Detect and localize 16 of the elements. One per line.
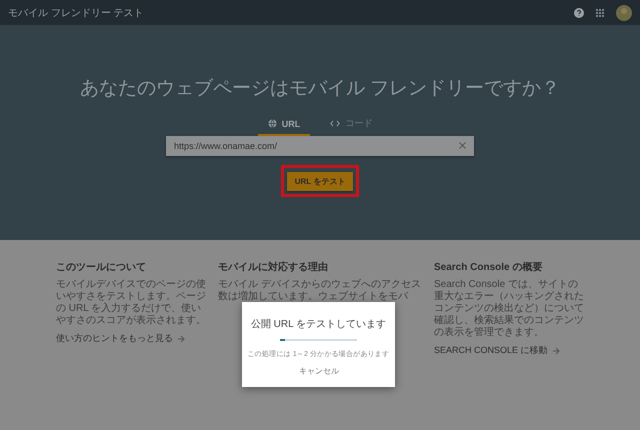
- link-text[interactable]: 使い方のヒントをもっと見る: [56, 332, 173, 345]
- dialog-title: 公開 URL をテストしています: [250, 318, 386, 331]
- test-url-button[interactable]: URL をテスト: [286, 172, 354, 191]
- section-text: モバイル デバイスからのウェブへのアクセス数は増加しています。ウェブサイトをモバ: [218, 279, 422, 303]
- cancel-button[interactable]: キャンセル: [294, 364, 344, 378]
- section-text: Search Console では、サイトの重大なエラー（ハッキングされたコンテンツの検出など）について確認し、検索結果でのコンテンツの表示を管理できます。: [434, 279, 584, 339]
- section-link[interactable]: SEARCH CONSOLE に移動: [434, 344, 584, 357]
- section-title: このツールについて: [56, 261, 147, 274]
- section-link[interactable]: 使い方のヒントをもっと見る: [56, 332, 206, 345]
- app-title: モバイル フレンドリー テスト: [8, 6, 145, 20]
- section-title: Search Console の概要: [434, 260, 544, 274]
- section-text: モバイルデバイスでのページの使いやすさをテストします。ページの URL を入力するだけで、使いやすさのスコアが表示されます。: [56, 279, 206, 327]
- page-heading: あなたのウェブページはモバイル フレンドリーですか？: [80, 77, 560, 101]
- section-title: モバイルに対応する理由: [218, 260, 329, 274]
- url-field[interactable]: https://www.onamae.com/: [166, 136, 474, 156]
- link-text[interactable]: SEARCH CONSOLE に移動: [434, 344, 548, 357]
